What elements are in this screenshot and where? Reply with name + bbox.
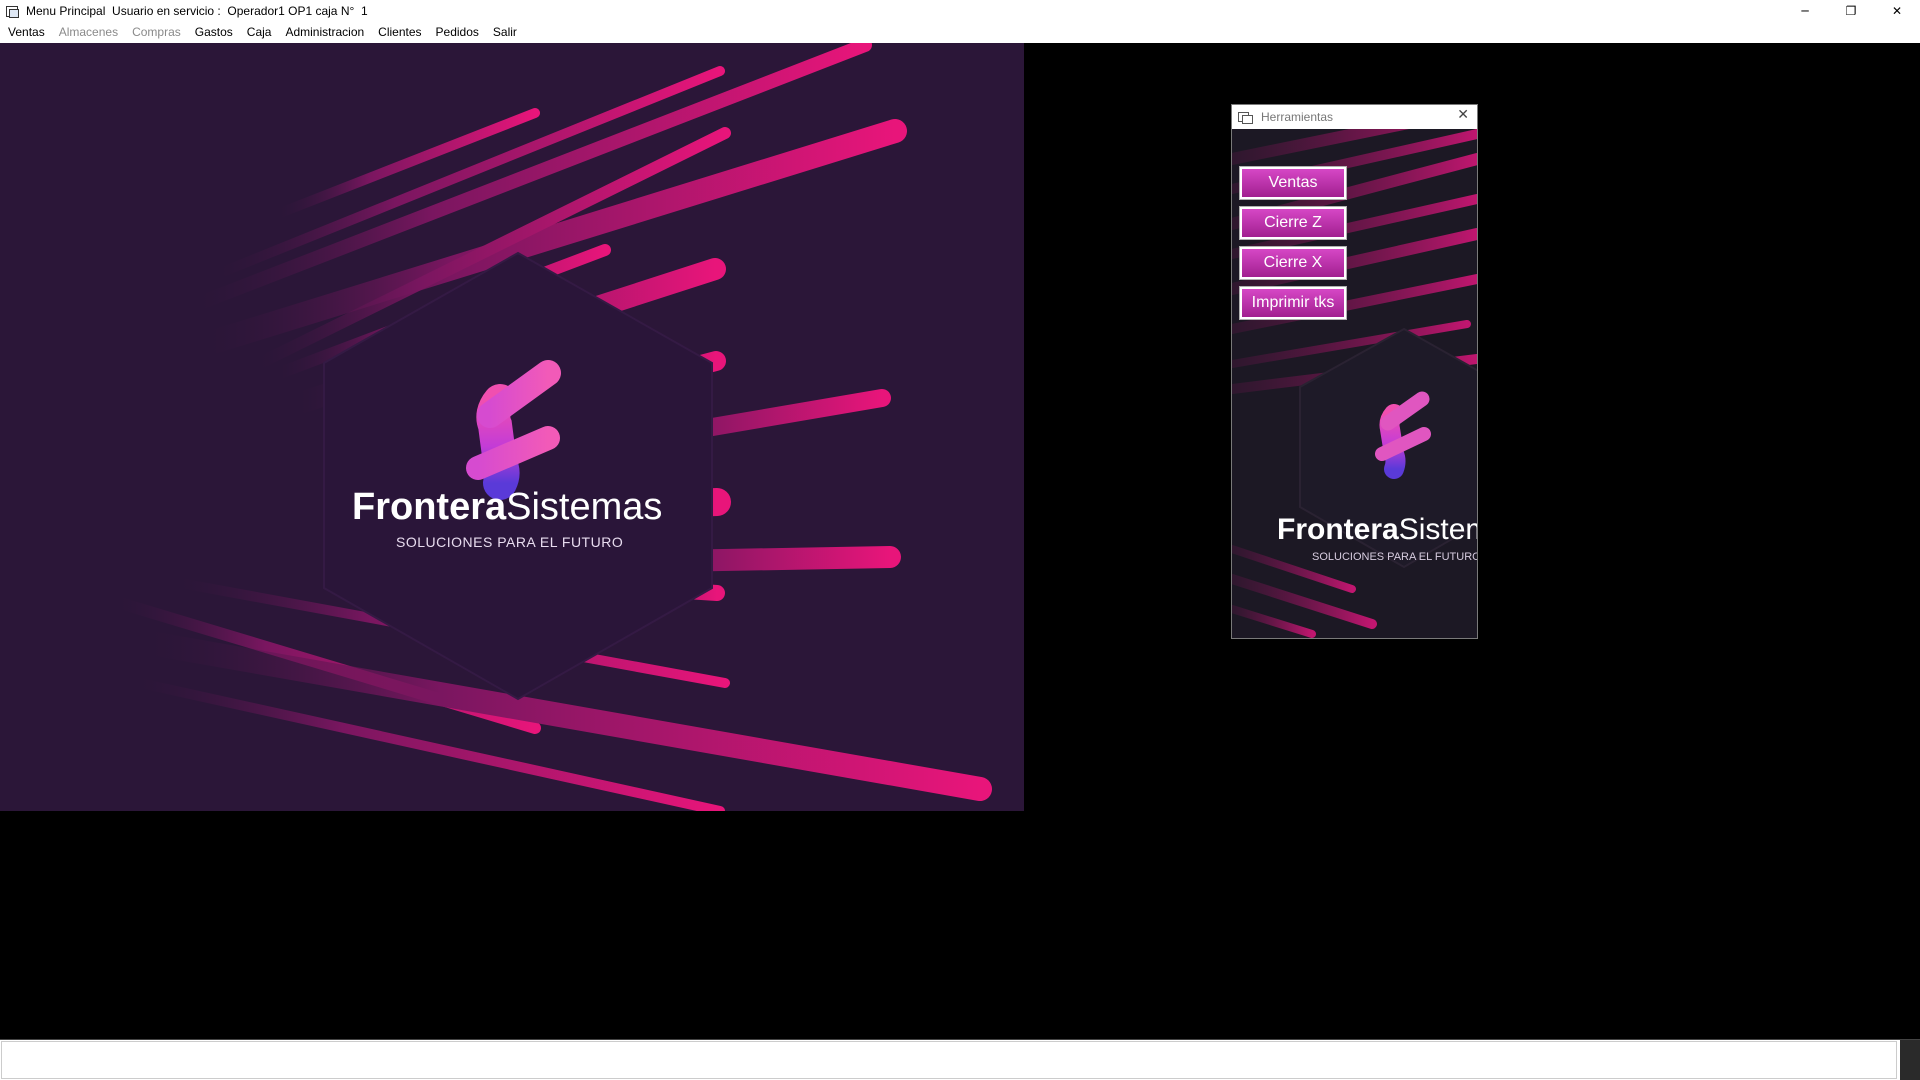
menu-gastos[interactable]: Gastos <box>188 22 240 43</box>
window-controls: ─ ❐ ✕ <box>1782 0 1920 22</box>
tools-window: Herramientas ✕ FronteraSiste SOLUCIONES … <box>1231 104 1478 639</box>
window-title: Menu Principal Usuario en servicio : Ope… <box>26 4 368 18</box>
cierre-z-button[interactable]: Cierre Z <box>1239 206 1347 240</box>
close-button[interactable]: ✕ <box>1874 0 1920 22</box>
restore-button[interactable]: ❐ <box>1828 0 1874 22</box>
tools-window-title-bar[interactable]: Herramientas ✕ <box>1232 105 1477 129</box>
background-banner: FronteraSistemas SOLUCIONES PARA EL FUTU… <box>0 43 1024 811</box>
cierre-x-button[interactable]: Cierre X <box>1239 246 1347 280</box>
menu-pedidos[interactable]: Pedidos <box>429 22 486 43</box>
tools-window-close-icon[interactable]: ✕ <box>1457 107 1469 123</box>
menu-administracion[interactable]: Administracion <box>278 22 371 43</box>
tools-window-body: FronteraSistemas SOLUCIONES PARA EL FUTU… <box>1232 129 1477 638</box>
tools-brand-bold: Frontera <box>1277 513 1399 546</box>
status-bar <box>0 1039 1920 1080</box>
resize-grip[interactable] <box>1900 1040 1920 1080</box>
tools-tagline: SOLUCIONES PARA EL FUTURO <box>1312 551 1477 563</box>
tools-brand-light: Sistemas <box>1398 513 1477 546</box>
menu-bar: Ventas Almacenes Compras Gastos Caja Adm… <box>0 22 1920 43</box>
tools-window-title: Herramientas <box>1261 110 1334 124</box>
banner-brand-light: Sistemas <box>506 486 663 528</box>
tools-window-icon <box>1238 111 1253 124</box>
menu-ventas[interactable]: Ventas <box>1 22 52 43</box>
title-bar: Menu Principal Usuario en servicio : Ope… <box>0 0 1920 22</box>
menu-salir[interactable]: Salir <box>486 22 524 43</box>
minimize-button[interactable]: ─ <box>1782 0 1828 22</box>
menu-caja[interactable]: Caja <box>240 22 279 43</box>
banner-brand: FronteraSistemas <box>352 486 692 529</box>
banner-artwork <box>0 43 1024 811</box>
app-window-icon <box>5 4 19 18</box>
menu-clientes[interactable]: Clientes <box>371 22 428 43</box>
status-panel <box>1 1041 1897 1079</box>
menu-compras[interactable]: Compras <box>125 22 188 43</box>
banner-tagline: SOLUCIONES PARA EL FUTURO <box>396 534 624 550</box>
menu-almacenes[interactable]: Almacenes <box>52 22 125 43</box>
tools-brand: FronteraSistemas <box>1277 513 1477 547</box>
imprimir-tks-button[interactable]: Imprimir tks <box>1239 286 1347 320</box>
banner-brand-bold: Frontera <box>352 486 507 528</box>
ventas-button[interactable]: Ventas <box>1239 166 1347 200</box>
